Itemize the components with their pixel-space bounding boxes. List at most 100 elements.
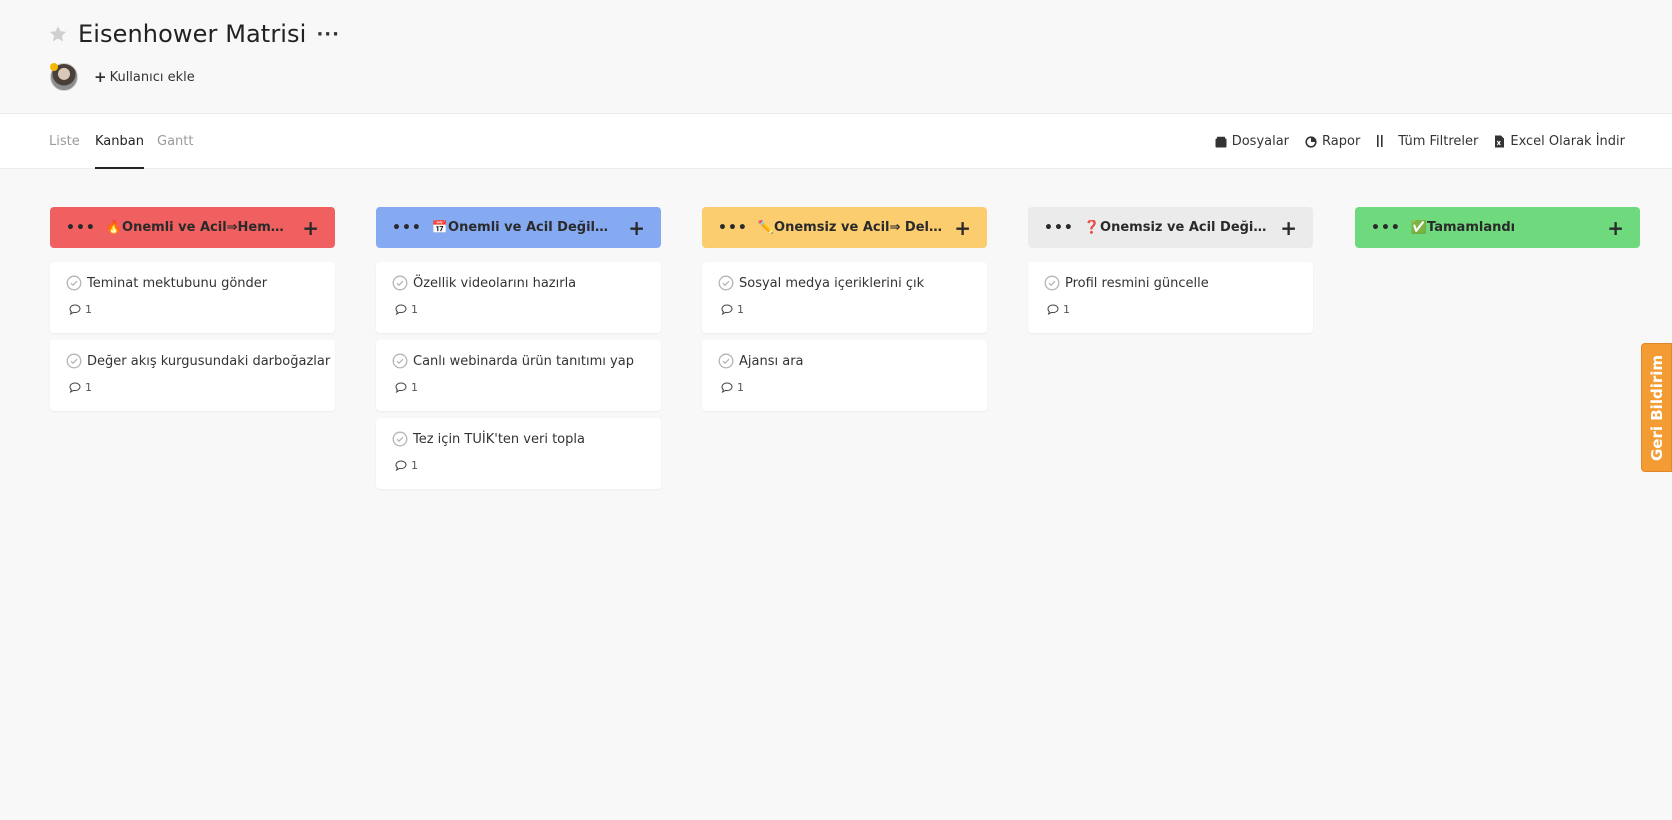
star-icon[interactable]: [48, 24, 68, 44]
comment-icon: [395, 382, 407, 393]
card-title-row: Değer akış kurgusundaki darboğazlar: [66, 353, 330, 369]
column-title: ✏️Önemsiz ve Acil⇒ Delege Et: [757, 220, 944, 235]
feedback-label: Geri Bildirim: [1647, 354, 1666, 461]
card-list: Profil resmini güncelle 1: [1028, 262, 1313, 333]
comment-count: 1: [1063, 303, 1070, 316]
column-header[interactable]: ••• 🔥Önemli ve Acil⇒Hemen Yap! +: [50, 207, 335, 248]
comment-count: 1: [85, 381, 92, 394]
folder-icon: [1215, 136, 1227, 147]
card-title: Özellik videolarını hazırla: [413, 275, 577, 291]
kanban-column: ••• ✏️Önemsiz ve Acil⇒ Delege Et + Sosya…: [702, 207, 987, 418]
column-header[interactable]: ••• ❓Önemsiz ve Acil Değil⇒ Sor... +: [1028, 207, 1313, 248]
check-circle-icon[interactable]: [1044, 275, 1060, 291]
feedback-button[interactable]: Geri Bildirim: [1641, 343, 1672, 472]
more-options-icon[interactable]: ···: [316, 24, 340, 45]
column-menu-icon[interactable]: •••: [66, 220, 96, 236]
users-row: + Kullanıcı ekle: [50, 62, 195, 92]
report-button[interactable]: Rapor: [1305, 134, 1360, 149]
card-list: Özellik videolarını hazırla 1 Canlı webi…: [376, 262, 661, 489]
kanban-board: ••• 🔥Önemli ve Acil⇒Hemen Yap! + Teminat…: [0, 170, 1672, 820]
card-title-row: Sosyal medya içeriklerini çık: [718, 275, 971, 291]
card-title-row: Özellik videolarını hazırla: [392, 275, 645, 291]
comment-icon: [721, 382, 733, 393]
filter-icon: [1377, 134, 1383, 147]
column-menu-icon[interactable]: •••: [718, 220, 748, 236]
add-card-icon[interactable]: +: [628, 218, 645, 238]
excel-file-icon: [1495, 135, 1505, 148]
comment-count: 1: [737, 303, 744, 316]
card-title: Canlı webinarda ürün tanıtımı yap: [413, 353, 634, 369]
files-button[interactable]: Dosyalar: [1215, 134, 1289, 149]
task-card[interactable]: Sosyal medya içeriklerini çık 1: [702, 262, 987, 333]
task-card[interactable]: Değer akış kurgusundaki darboğazlar 1: [50, 340, 335, 411]
avatar[interactable]: [50, 63, 78, 91]
comment-count: 1: [85, 303, 92, 316]
column-header[interactable]: ••• ✏️Önemsiz ve Acil⇒ Delege Et +: [702, 207, 987, 248]
comment-icon: [395, 460, 407, 471]
column-menu-icon[interactable]: •••: [1044, 220, 1074, 236]
comment-count: 1: [411, 459, 418, 472]
check-circle-icon[interactable]: [392, 353, 408, 369]
column-header[interactable]: ••• ✅Tamamlandı +: [1355, 207, 1640, 248]
card-list: Sosyal medya içeriklerini çık 1 Ajansı a…: [702, 262, 987, 411]
excel-download-button[interactable]: Excel Olarak İndir: [1494, 134, 1625, 149]
comment-icon: [395, 304, 407, 315]
card-title-row: Teminat mektubunu gönder: [66, 275, 319, 291]
comment-icon: [721, 304, 733, 315]
filters-button[interactable]: Tüm Filtreler: [1376, 134, 1478, 149]
kanban-column: ••• ❓Önemsiz ve Acil Değil⇒ Sor... + Pro…: [1028, 207, 1313, 340]
check-circle-icon[interactable]: [718, 275, 734, 291]
kanban-column: ••• 📅Önemli ve Acil Değil⇒Planla + Özell…: [376, 207, 661, 496]
column-menu-icon[interactable]: •••: [392, 220, 422, 236]
card-title: Tez için TUİK'ten veri topla: [413, 431, 585, 447]
card-meta: 1: [66, 381, 319, 394]
view-tabs-bar: Liste Kanban Gantt Dosyalar Rapor Tüm Fi…: [0, 114, 1672, 169]
card-title: Değer akış kurgusundaki darboğazlar: [87, 353, 331, 369]
task-card[interactable]: Teminat mektubunu gönder 1: [50, 262, 335, 333]
card-meta: 1: [66, 303, 319, 316]
check-circle-icon[interactable]: [66, 275, 82, 291]
tab-liste[interactable]: Liste: [49, 114, 80, 169]
comment-count: 1: [737, 381, 744, 394]
column-menu-icon[interactable]: •••: [1371, 220, 1401, 236]
filters-label: Tüm Filtreler: [1398, 134, 1479, 149]
kanban-column: ••• 🔥Önemli ve Acil⇒Hemen Yap! + Teminat…: [50, 207, 335, 418]
card-list: Teminat mektubunu gönder 1 Değer akış ku…: [50, 262, 335, 411]
comment-icon: [1047, 304, 1059, 315]
column-header[interactable]: ••• 📅Önemli ve Acil Değil⇒Planla +: [376, 207, 661, 248]
check-circle-icon[interactable]: [392, 275, 408, 291]
task-card[interactable]: Profil resmini güncelle 1: [1028, 262, 1313, 333]
add-card-icon[interactable]: +: [1607, 218, 1624, 238]
card-meta: 1: [392, 303, 645, 316]
comment-icon: [69, 382, 81, 393]
task-card[interactable]: Özellik videolarını hazırla 1: [376, 262, 661, 333]
add-card-icon[interactable]: +: [302, 218, 319, 238]
card-title-row: Tez için TUİK'ten veri topla: [392, 431, 645, 447]
task-card[interactable]: Ajansı ara 1: [702, 340, 987, 411]
card-title-row: Profil resmini güncelle: [1044, 275, 1297, 291]
title-row: Eisenhower Matrisi ···: [48, 18, 340, 50]
check-circle-icon[interactable]: [66, 353, 82, 369]
tab-kanban[interactable]: Kanban: [95, 114, 144, 169]
add-card-icon[interactable]: +: [954, 218, 971, 238]
toolbar: Dosyalar Rapor Tüm Filtreler Excel Olara…: [1215, 114, 1625, 169]
page-title: Eisenhower Matrisi: [78, 20, 307, 48]
card-title: Teminat mektubunu gönder: [87, 275, 268, 291]
card-meta: 1: [392, 459, 645, 472]
card-meta: 1: [718, 303, 971, 316]
add-card-icon[interactable]: +: [1280, 218, 1297, 238]
task-card[interactable]: Canlı webinarda ürün tanıtımı yap 1: [376, 340, 661, 411]
project-header: Eisenhower Matrisi ··· + Kullanıcı ekle: [0, 0, 1672, 114]
excel-label: Excel Olarak İndir: [1510, 134, 1625, 149]
card-title: Ajansı ara: [739, 353, 804, 369]
check-circle-icon[interactable]: [392, 431, 408, 447]
tab-gantt[interactable]: Gantt: [157, 114, 193, 169]
check-circle-icon[interactable]: [718, 353, 734, 369]
card-meta: 1: [1044, 303, 1297, 316]
comment-icon: [69, 304, 81, 315]
plus-icon: +: [94, 68, 107, 86]
task-card[interactable]: Tez için TUİK'ten veri topla 1: [376, 418, 661, 489]
card-meta: 1: [392, 381, 645, 394]
comment-count: 1: [411, 303, 418, 316]
add-user-button[interactable]: + Kullanıcı ekle: [94, 68, 195, 86]
